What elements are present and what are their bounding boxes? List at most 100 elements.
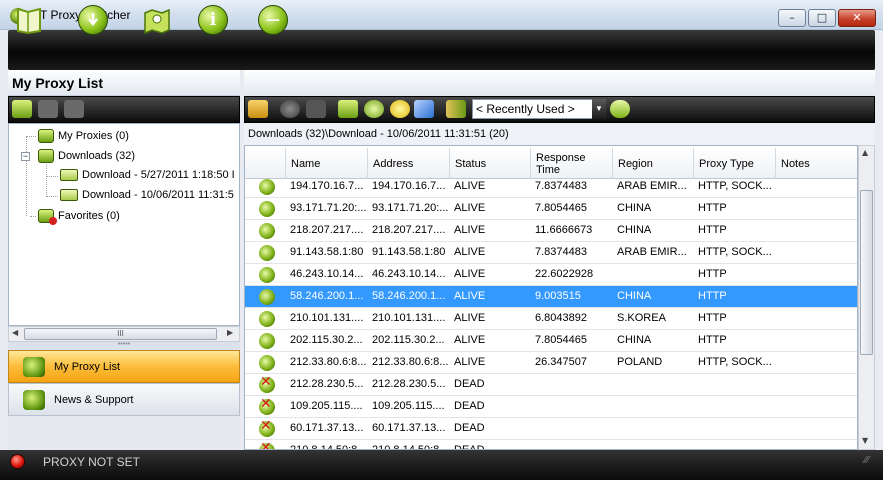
cell-status: DEAD bbox=[454, 400, 485, 412]
cell-proxy-type: HTTP bbox=[698, 202, 727, 214]
cell-response-time bbox=[531, 418, 613, 440]
rename-list-icon[interactable] bbox=[38, 100, 58, 118]
cell-proxy-type: HTTP bbox=[698, 268, 727, 280]
add-list-icon[interactable] bbox=[12, 100, 32, 118]
tree-item-download-1[interactable]: Download - 5/27/2011 1:18:50 I bbox=[60, 169, 235, 181]
table-row[interactable]: 60.171.37.13... 60.171.37.13... DEAD bbox=[245, 418, 857, 440]
scrollbar-thumb[interactable]: III bbox=[24, 328, 217, 340]
column-header-notes[interactable]: Notes bbox=[776, 148, 857, 179]
add-globe-icon[interactable] bbox=[364, 100, 384, 118]
nav-my-proxy-list[interactable]: My Proxy List bbox=[8, 350, 240, 383]
info-icon[interactable]: i bbox=[196, 3, 230, 37]
cell-address: 212.33.80.6:8... bbox=[372, 356, 449, 368]
maximize-button[interactable]: □ bbox=[808, 9, 836, 27]
scrollbar-thumb[interactable] bbox=[860, 190, 873, 355]
cell-status: ALIVE bbox=[454, 224, 486, 236]
cell-status: ALIVE bbox=[454, 334, 486, 346]
column-header-address[interactable]: Address bbox=[368, 148, 450, 179]
tree-item-label: Downloads (32) bbox=[58, 150, 136, 162]
tree-item-downloads[interactable]: Downloads (32) bbox=[38, 149, 135, 163]
add-proxy-icon[interactable] bbox=[338, 100, 358, 118]
cell-address: 58.246.200.1... bbox=[372, 290, 446, 302]
cell-name: 58.246.200.1... bbox=[290, 290, 364, 302]
scroll-down-arrow[interactable]: ▼ bbox=[862, 436, 868, 445]
nav-news-support[interactable]: News & Support bbox=[8, 383, 240, 416]
edit-icon[interactable] bbox=[414, 100, 434, 118]
remove-icon[interactable] bbox=[390, 100, 410, 118]
cell-region: S.KOREA bbox=[617, 312, 666, 324]
cell-notes bbox=[776, 330, 857, 352]
table-row[interactable]: 109.205.115.... 109.205.115.... DEAD bbox=[245, 396, 857, 418]
tree-item-favorites[interactable]: Favorites (0) bbox=[38, 209, 120, 225]
back-arrow-icon[interactable] bbox=[248, 100, 268, 118]
cell-response-time: 6.8043892 bbox=[535, 312, 587, 324]
column-header-name[interactable]: Name bbox=[286, 148, 368, 179]
cell-name: 93.171.71.20:... bbox=[290, 202, 367, 214]
minimize-button[interactable]: – bbox=[778, 9, 806, 27]
proxy-status-text: PROXY NOT SET bbox=[43, 455, 140, 469]
table-row[interactable]: 212.28.230.5... 212.28.230.5... DEAD bbox=[245, 374, 857, 396]
column-header-region[interactable]: Region bbox=[613, 148, 694, 179]
column-header-status[interactable]: Status bbox=[450, 148, 531, 179]
table-row[interactable]: 46.243.10.14... 46.243.10.14... ALIVE 22.60… bbox=[245, 264, 857, 286]
column-header-proxy-type[interactable]: Proxy Type bbox=[694, 148, 776, 179]
scroll-left-arrow[interactable]: ◀ bbox=[12, 328, 18, 337]
nav-empty-area bbox=[8, 416, 240, 450]
delete-list-icon[interactable] bbox=[64, 100, 84, 118]
tree-item-download-2[interactable]: Download - 10/06/2011 11:31:5 bbox=[60, 189, 238, 201]
resize-grip-icon[interactable]: ⁄⁄⁄ bbox=[864, 455, 869, 466]
cell-address: 46.243.10.14... bbox=[372, 268, 446, 280]
table-row[interactable]: 210.8.14.50:8... 210.8.14.50:8... DEAD bbox=[245, 440, 857, 450]
table-row[interactable]: 58.246.200.1... 58.246.200.1... ALIVE 9.003… bbox=[245, 286, 857, 308]
table-row[interactable]: 91.143.58.1:80 91.143.58.1:80 ALIVE 7.83744… bbox=[245, 242, 857, 264]
cell-status: ALIVE bbox=[454, 290, 486, 302]
table-row[interactable]: 210.101.131.... 210.101.131.... ALIVE 6.804… bbox=[245, 308, 857, 330]
scroll-up-arrow[interactable]: ▲ bbox=[862, 148, 868, 157]
cell-region bbox=[613, 264, 694, 286]
column-header-response-time[interactable]: Response Time bbox=[531, 148, 613, 179]
close-button[interactable]: ✕ bbox=[838, 9, 876, 27]
cell-region: CHINA bbox=[617, 290, 652, 302]
breadcrumb-path: Downloads (32)\Download - 10/06/2011 11:… bbox=[248, 128, 509, 140]
chat-icon[interactable] bbox=[610, 100, 630, 118]
dead-proxy-icon bbox=[259, 374, 275, 393]
cell-notes bbox=[776, 198, 857, 220]
cell-proxy-type: HTTP, SOCK... bbox=[698, 356, 772, 368]
table-row[interactable]: 194.170.16.7... 194.170.16.7... ALIVE 7.837… bbox=[245, 176, 857, 198]
cell-address: 60.171.37.13... bbox=[372, 422, 446, 434]
cell-address: 202.115.30.2... bbox=[372, 334, 445, 346]
cell-address: 93.171.71.20:... bbox=[372, 202, 449, 214]
chevron-down-icon[interactable]: ▼ bbox=[592, 99, 606, 119]
cell-response-time: 7.8054465 bbox=[535, 334, 587, 346]
cell-notes bbox=[776, 352, 857, 374]
proxy-list-icon[interactable] bbox=[12, 3, 46, 37]
minus-icon[interactable]: — bbox=[256, 3, 290, 37]
table-row[interactable]: 218.207.217.... 218.207.217.... ALIVE 11.66… bbox=[245, 220, 857, 242]
scroll-right-arrow[interactable]: ▶ bbox=[227, 328, 233, 337]
cell-name: 109.205.115.... bbox=[290, 400, 363, 412]
panel-title: My Proxy List bbox=[12, 75, 104, 91]
collapse-downloads-toggle[interactable]: − bbox=[21, 152, 30, 161]
table-row[interactable]: 93.171.71.20:... 93.171.71.20:... ALIVE 7.8… bbox=[245, 198, 857, 220]
panel-splitter[interactable]: ••••• bbox=[8, 341, 240, 350]
tree-item-my-proxies[interactable]: My Proxies (0) bbox=[38, 129, 129, 143]
sort-bars-icon[interactable] bbox=[446, 100, 466, 118]
table-row[interactable]: 202.115.30.2... 202.115.30.2... ALIVE 7.805… bbox=[245, 330, 857, 352]
cell-address: 218.207.217.... bbox=[372, 224, 446, 236]
table-row[interactable]: 212.33.80.6:8... 212.33.80.6:8... ALIVE 26.… bbox=[245, 352, 857, 374]
proxy-table[interactable]: Name Address Status Response Time Region… bbox=[244, 145, 858, 450]
cell-response-time: 22.6022928 bbox=[535, 268, 594, 280]
map-icon[interactable] bbox=[140, 3, 174, 37]
main-toolbar bbox=[8, 30, 875, 70]
cell-proxy-type bbox=[694, 374, 776, 396]
column-header-icon[interactable] bbox=[245, 148, 286, 179]
trash-icon[interactable] bbox=[306, 100, 326, 118]
cell-proxy-type bbox=[694, 396, 776, 418]
title-bar[interactable] bbox=[0, 0, 883, 30]
cell-response-time: 7.8374483 bbox=[535, 246, 587, 258]
cell-status: ALIVE bbox=[454, 202, 486, 214]
play-icon[interactable] bbox=[280, 100, 300, 118]
cell-address: 210.8.14.50:8... bbox=[372, 444, 449, 450]
globe-download-icon[interactable] bbox=[76, 3, 110, 37]
cell-proxy-type bbox=[694, 418, 776, 440]
